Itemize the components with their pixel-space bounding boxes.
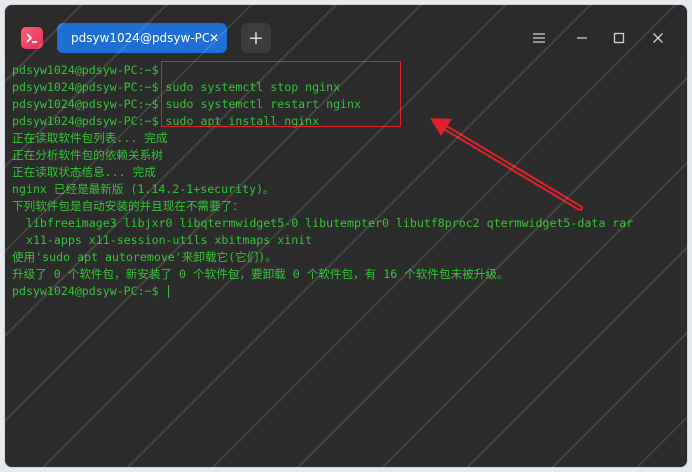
terminal-line: 下列软件包是自动安装的并且现在不需要了： — [12, 199, 244, 213]
close-icon[interactable] — [649, 29, 667, 47]
terminal-line: libfreeimage3 libjxr0 libqtermwidget5-0 … — [12, 216, 634, 230]
terminal-app-icon[interactable] — [21, 27, 43, 49]
new-tab-button[interactable]: + — [241, 23, 271, 53]
terminal-prompt: pdsyw1024@pdsyw-PC:~$ — [12, 284, 166, 298]
terminal-line: 升级了 0 个软件包，新安装了 0 个软件包，要卸载 0 个软件包，有 16 个… — [12, 267, 509, 281]
terminal-line: x11-apps x11-session-utils xbitmaps xini… — [12, 233, 313, 247]
tab-terminal[interactable]: pdsyw1024@pdsyw-PC: ~ ✕ — [57, 23, 227, 53]
terminal-prompt-line[interactable]: pdsyw1024@pdsyw-PC:~$ — [12, 283, 169, 300]
tab-title: pdsyw1024@pdsyw-PC: ~ — [71, 31, 209, 45]
terminal-line: 使用'sudo apt autoremove'来卸载它(它们)。 — [12, 250, 277, 264]
terminal-glyph-icon — [26, 33, 37, 43]
terminal-line: 正在读取软件包列表... 完成 — [12, 131, 168, 145]
minimize-icon[interactable] — [573, 29, 591, 47]
menu-icon[interactable] — [530, 29, 548, 47]
text-cursor — [167, 285, 169, 298]
terminal-line: pdsyw1024@pdsyw-PC:~$ — [12, 63, 159, 77]
terminal-line: 正在分析软件包的依赖关系树 — [12, 148, 163, 162]
tab-close-icon[interactable]: ✕ — [209, 32, 219, 44]
maximize-icon[interactable] — [610, 29, 628, 47]
terminal-line: nginx 已经是最新版 (1.14.2-1+security)。 — [12, 182, 275, 196]
annotation-highlight-box — [161, 61, 401, 127]
title-bar: pdsyw1024@pdsyw-PC: ~ ✕ + — [5, 5, 687, 53]
terminal-line: 正在读取状态信息... 完成 — [12, 165, 156, 179]
